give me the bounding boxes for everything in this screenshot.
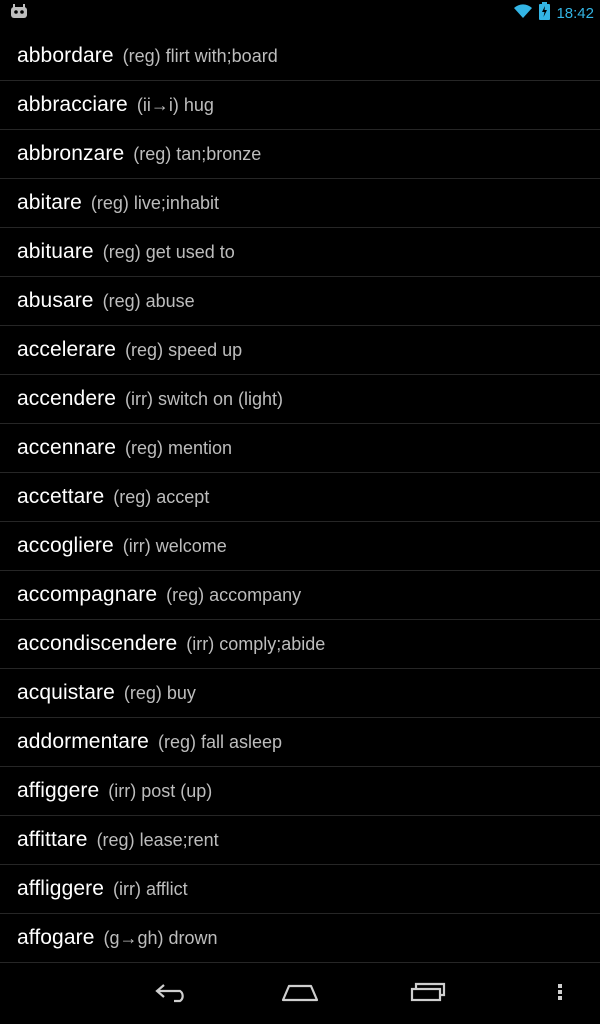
verb-name: accendere xyxy=(17,387,116,410)
verb-meta: (irr) welcome xyxy=(122,535,227,556)
verb-meta: (irr) post (up) xyxy=(108,780,213,801)
list-item[interactable]: abbordare (reg) flirt with;board xyxy=(0,32,600,81)
list-item[interactable]: accelerare (reg) speed up xyxy=(0,326,600,375)
list-item[interactable]: accennare (reg) mention xyxy=(0,424,600,473)
overflow-menu-button[interactable] xyxy=(545,977,575,1011)
verb-name: addormentare xyxy=(17,730,149,753)
list-item[interactable]: accompagnare (reg) accompany xyxy=(0,571,600,620)
verb-meta: (ii→i) hug xyxy=(136,94,214,115)
list-item[interactable]: abbronzare (reg) tan;bronze xyxy=(0,130,600,179)
verb-meta: (reg) get used to xyxy=(102,241,235,262)
verb-meta: (reg) lease;rent xyxy=(96,829,219,850)
list-item[interactable]: accondiscendere (irr) comply;abide xyxy=(0,620,600,669)
verb-name: accondiscendere xyxy=(17,632,178,655)
overflow-menu-icon xyxy=(557,982,563,1007)
verb-meta: (reg) live;inhabit xyxy=(90,192,219,213)
verb-name: accogliere xyxy=(17,534,114,557)
verb-name: abituare xyxy=(17,240,94,263)
list-item[interactable]: addormentare (reg) fall asleep xyxy=(0,718,600,767)
verb-meta: (irr) comply;abide xyxy=(186,633,326,654)
list-item[interactable]: accogliere (irr) welcome xyxy=(0,522,600,571)
verb-meta: (irr) switch on (light) xyxy=(124,388,283,409)
android-debug-icon xyxy=(10,4,28,20)
status-icons: 18:42 xyxy=(513,1,594,25)
home-icon xyxy=(281,982,319,1007)
back-icon xyxy=(154,981,190,1008)
verb-name: accennare xyxy=(17,436,116,459)
verb-name: abbronzare xyxy=(17,142,125,165)
verb-meta: (g→gh) drown xyxy=(103,927,218,948)
back-button[interactable] xyxy=(142,977,202,1011)
verb-name: accompagnare xyxy=(17,583,158,606)
recent-apps-icon xyxy=(410,982,446,1007)
list-item[interactable]: abituare (reg) get used to xyxy=(0,228,600,277)
list-item[interactable]: affittare (reg) lease;rent xyxy=(0,816,600,865)
verb-meta: (reg) buy xyxy=(123,682,196,703)
verb-name: affliggere xyxy=(17,877,105,900)
verb-name: accettare xyxy=(17,485,105,508)
list-item[interactable]: affogare (g→gh) drown xyxy=(0,914,600,963)
list-item[interactable]: abbracciare (ii→i) hug xyxy=(0,81,600,130)
verb-meta: (reg) mention xyxy=(124,437,233,458)
list-item[interactable]: acquistare (reg) buy xyxy=(0,669,600,718)
verb-meta: (reg) accompany xyxy=(166,584,302,605)
verb-name: affogare xyxy=(17,926,95,949)
list-item[interactable]: accendere (irr) switch on (light) xyxy=(0,375,600,424)
verb-name: affiggere xyxy=(17,779,100,802)
verb-meta: (reg) flirt with;board xyxy=(122,45,278,66)
verb-name: abusare xyxy=(17,289,94,312)
verb-name: abbordare xyxy=(17,44,114,67)
navigation-bar xyxy=(0,963,600,1024)
wifi-icon xyxy=(513,3,533,24)
verb-name: abbracciare xyxy=(17,93,128,116)
verb-meta: (reg) speed up xyxy=(125,339,243,360)
list-item[interactable]: accettare (reg) accept xyxy=(0,473,600,522)
verb-name: acquistare xyxy=(17,681,115,704)
battery-charging-icon xyxy=(539,1,551,25)
verb-name: accelerare xyxy=(17,338,117,361)
clock: 18:42 xyxy=(556,4,594,22)
verb-meta: (irr) afflict xyxy=(113,878,188,899)
verb-meta: (reg) abuse xyxy=(102,290,195,311)
home-button[interactable] xyxy=(270,977,330,1011)
list-item[interactable]: affliggere (irr) afflict xyxy=(0,865,600,914)
verb-name: affittare xyxy=(17,828,88,851)
status-bar: 18:42 xyxy=(0,0,600,25)
verb-meta: (reg) tan;bronze xyxy=(133,143,262,164)
verb-name: abitare xyxy=(17,191,82,214)
list-item[interactable]: affiggere (irr) post (up) xyxy=(0,767,600,816)
list-item[interactable]: abusare (reg) abuse xyxy=(0,277,600,326)
recent-apps-button[interactable] xyxy=(398,977,458,1011)
list-item[interactable]: abitare (reg) live;inhabit xyxy=(0,179,600,228)
verb-meta: (reg) fall asleep xyxy=(157,731,283,752)
verb-meta: (reg) accept xyxy=(113,486,210,507)
verb-list[interactable]: abbordare (reg) flirt with;board abbraccia… xyxy=(0,32,600,963)
